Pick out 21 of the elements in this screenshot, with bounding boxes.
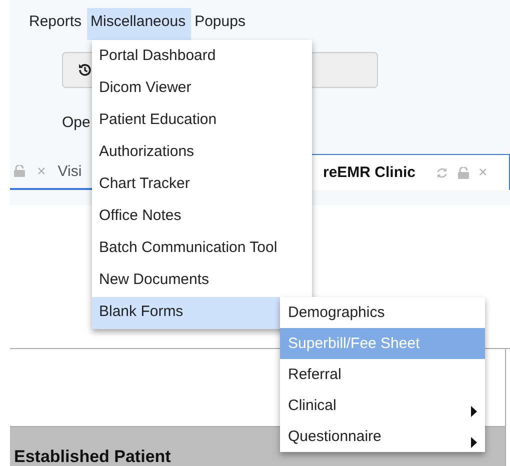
lock-icon (14, 165, 25, 177)
menu-item[interactable]: Patient Education (92, 105, 312, 137)
menu-item[interactable]: Reports (25, 8, 87, 40)
menu-item[interactable]: Chart Tracker (92, 169, 312, 201)
history-icon (77, 62, 93, 78)
menu-item[interactable]: Authorizations (92, 137, 312, 169)
menu-item[interactable]: Portal Dashboard (92, 41, 312, 73)
menu-item[interactable]: New Documents (92, 265, 312, 297)
menu-item[interactable]: Batch Communication Tool (92, 233, 312, 265)
section-heading: Established Patient (14, 447, 171, 466)
refresh-icon (436, 166, 448, 178)
tab[interactable]: reEMR Clinic × (310, 154, 510, 190)
menu-item[interactable]: Clinical (280, 390, 485, 421)
menu-item[interactable]: Popups (190, 8, 250, 40)
lock-icon (458, 166, 469, 178)
menu-item[interactable]: Dicom Viewer (92, 73, 312, 105)
open-label: Ope (62, 114, 90, 131)
menu-item[interactable]: Questionnaire (280, 421, 485, 452)
menu-item[interactable]: Miscellaneous (86, 8, 191, 40)
menu-item[interactable]: Referral (280, 359, 485, 390)
menu-item[interactable]: Office Notes (92, 201, 312, 233)
